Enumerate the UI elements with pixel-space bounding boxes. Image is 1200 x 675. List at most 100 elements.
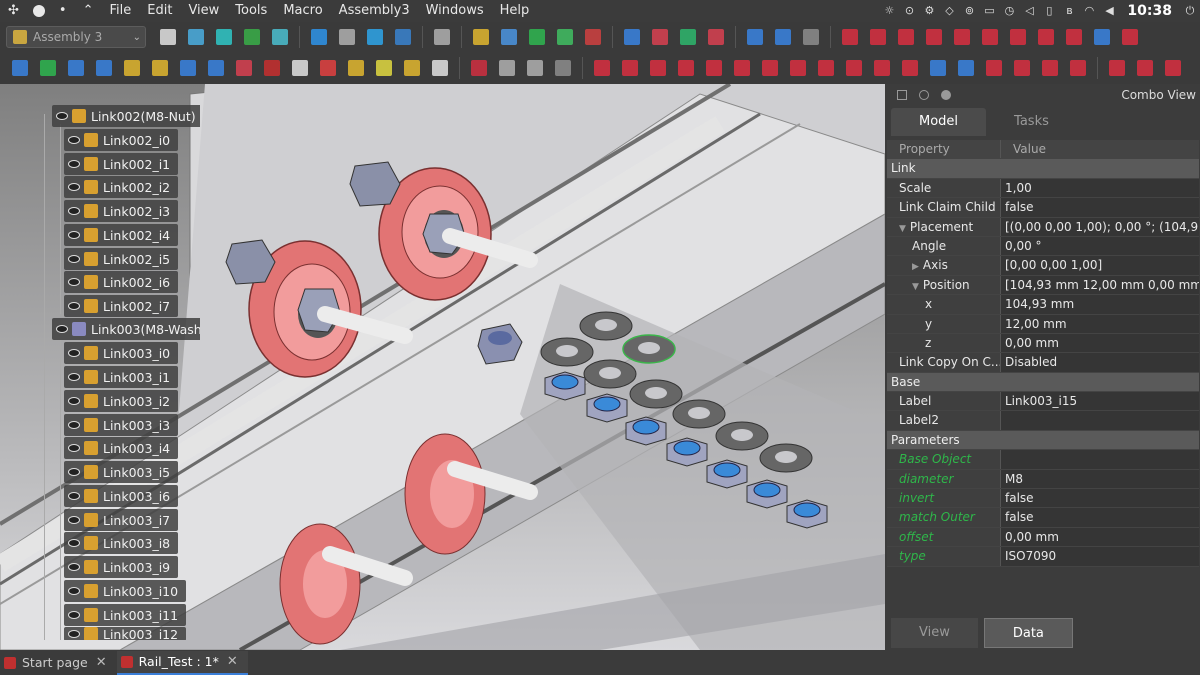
- volume-icon[interactable]: ◀: [1099, 0, 1119, 22]
- tab-model[interactable]: Model: [891, 108, 987, 136]
- tree-item-link003-i8[interactable]: Link003_i8: [64, 532, 179, 554]
- chevron-down-icon[interactable]: ▼: [899, 224, 906, 234]
- part-icon[interactable]: [469, 25, 493, 49]
- tree-item-link003-i0[interactable]: Link003_i0: [64, 342, 179, 364]
- constraint-axis-icon[interactable]: [894, 25, 918, 49]
- column-property[interactable]: Property: [887, 140, 1001, 159]
- eye-icon[interactable]: [68, 373, 80, 381]
- view-left-icon[interactable]: [307, 25, 331, 49]
- constraint-perpendicular-icon[interactable]: [646, 56, 670, 80]
- mirror-icon[interactable]: [1161, 56, 1185, 80]
- eye-icon[interactable]: [68, 563, 80, 571]
- zoom-icon[interactable]: [268, 25, 292, 49]
- constraint-angle-icon[interactable]: [950, 25, 974, 49]
- constraint-attachment-icon[interactable]: [590, 56, 614, 80]
- table-icon[interactable]: [495, 56, 519, 80]
- constraint-diameter-icon[interactable]: [954, 56, 978, 80]
- constraint-sketch-icon[interactable]: [982, 56, 1006, 80]
- tree-item-link003-i4[interactable]: Link003_i4: [64, 437, 179, 459]
- property-scale[interactable]: Scale 1,00: [887, 178, 1199, 199]
- tree-item-link002-i3[interactable]: Link002_i3: [64, 200, 179, 222]
- app-menu-icon[interactable]: ✣: [0, 0, 27, 22]
- stack-icon[interactable]: [467, 56, 491, 80]
- eye-icon[interactable]: [68, 587, 80, 595]
- fit-selection-icon[interactable]: [184, 25, 208, 49]
- highlight-icon[interactable]: [400, 56, 424, 80]
- property-z[interactable]: z 0,00 mm: [887, 333, 1199, 354]
- constraint-radius-icon[interactable]: [926, 56, 950, 80]
- tree-item-link002-i7[interactable]: Link002_i7: [64, 295, 179, 317]
- export-icon[interactable]: [553, 25, 577, 49]
- menu-help[interactable]: Help: [492, 0, 538, 22]
- eye-icon[interactable]: [68, 136, 80, 144]
- menu-macro[interactable]: Macro: [275, 0, 330, 22]
- section-base[interactable]: Base: [887, 372, 1199, 393]
- constraint-triple-icon[interactable]: [1038, 56, 1062, 80]
- menu-file[interactable]: File: [101, 0, 139, 22]
- draw-style-icon[interactable]: [212, 25, 236, 49]
- chevron-down-icon[interactable]: ⌃: [75, 0, 102, 22]
- eye-icon[interactable]: [56, 112, 68, 120]
- solve-icon[interactable]: [648, 25, 672, 49]
- axial-move-icon[interactable]: [704, 25, 728, 49]
- eye-icon[interactable]: [68, 516, 80, 524]
- gear-icon[interactable]: [919, 90, 929, 100]
- lock-icon[interactable]: [260, 56, 284, 80]
- constraint-point-icon[interactable]: [1006, 25, 1030, 49]
- constraint-line-icon[interactable]: [1034, 25, 1058, 49]
- doc-tab-rail-test[interactable]: Rail_Test : 1* ✕: [116, 650, 248, 675]
- constraint-symmetric-icon[interactable]: [702, 56, 726, 80]
- restore-icon[interactable]: [897, 90, 907, 100]
- move-arrows-icon[interactable]: [176, 56, 200, 80]
- close-icon[interactable]: [941, 90, 951, 100]
- tab-tasks[interactable]: Tasks: [986, 108, 1077, 136]
- tree-group-link003[interactable]: Link003(M8-Washer): [52, 318, 200, 340]
- menu-edit[interactable]: Edit: [139, 0, 180, 22]
- folder-icon[interactable]: [497, 25, 521, 49]
- column-value[interactable]: Value: [1001, 140, 1199, 159]
- light-bulb-icon[interactable]: [372, 56, 396, 80]
- axis-cross-icon[interactable]: [581, 25, 605, 49]
- constraint-disk-icon[interactable]: [1118, 25, 1142, 49]
- view-top-icon[interactable]: [363, 25, 387, 49]
- constraint-distance-icon[interactable]: [978, 25, 1002, 49]
- cast-icon[interactable]: ⊙: [899, 0, 919, 22]
- eye-icon[interactable]: [68, 255, 80, 263]
- tree-item-link003-i9[interactable]: Link003_i9: [64, 556, 179, 578]
- close-icon[interactable]: ✕: [96, 655, 107, 670]
- workbench-selector[interactable]: Assembly 3 ⌄: [6, 26, 146, 48]
- tree-item-link002-i0[interactable]: Link002_i0: [64, 129, 179, 151]
- constraint-dimension-icon[interactable]: [1010, 56, 1034, 80]
- settings-icon[interactable]: ⚙: [919, 0, 939, 22]
- tree-item-link003-i10[interactable]: Link003_i10: [64, 580, 187, 602]
- bluetooth-icon[interactable]: ʙ: [1059, 0, 1079, 22]
- visibility-icon[interactable]: [288, 56, 312, 80]
- eye-icon[interactable]: [68, 468, 80, 476]
- quick-solve-icon[interactable]: [204, 56, 228, 80]
- menu-assembly3[interactable]: Assembly3: [331, 0, 418, 22]
- battery-icon[interactable]: ▯: [1039, 0, 1059, 22]
- constraint-colinear-icon[interactable]: [758, 56, 782, 80]
- model-tree[interactable]: Link002(M8-Nut) Link002_i0 Link002_i1 Li…: [0, 84, 200, 640]
- eye-icon[interactable]: [68, 611, 80, 619]
- menu-view[interactable]: View: [180, 0, 227, 22]
- tree-item-link002-i5[interactable]: Link002_i5: [64, 248, 179, 270]
- clock-icon[interactable]: ◷: [999, 0, 1019, 22]
- close-icon[interactable]: ✕: [227, 654, 238, 669]
- eye-icon[interactable]: [68, 160, 80, 168]
- property-match-outer[interactable]: match Outer false: [887, 508, 1199, 528]
- constraint-cylinder-icon[interactable]: [1090, 25, 1114, 49]
- tree-item-link003-i12[interactable]: Link003_i12: [64, 627, 187, 640]
- property-position[interactable]: ▼ Position [104,93 mm 12,00 mm 0,00 mm]: [887, 275, 1199, 296]
- view-right-icon[interactable]: [335, 25, 359, 49]
- property-label2[interactable]: Label2: [887, 411, 1199, 431]
- constraint-lock-icon[interactable]: [838, 25, 862, 49]
- brightness-icon[interactable]: ☼: [879, 0, 899, 22]
- property-angle[interactable]: Angle 0,00 °: [887, 236, 1199, 257]
- trace-icon[interactable]: [232, 56, 256, 80]
- property-editor[interactable]: Property Value Link Scale 1,00 Link Claim…: [887, 140, 1199, 567]
- tree-group-link002[interactable]: Link002(M8-Nut): [52, 105, 200, 127]
- clock[interactable]: 10:38: [1119, 0, 1180, 22]
- eye-icon[interactable]: [68, 444, 80, 452]
- section-link[interactable]: Link: [887, 159, 1199, 179]
